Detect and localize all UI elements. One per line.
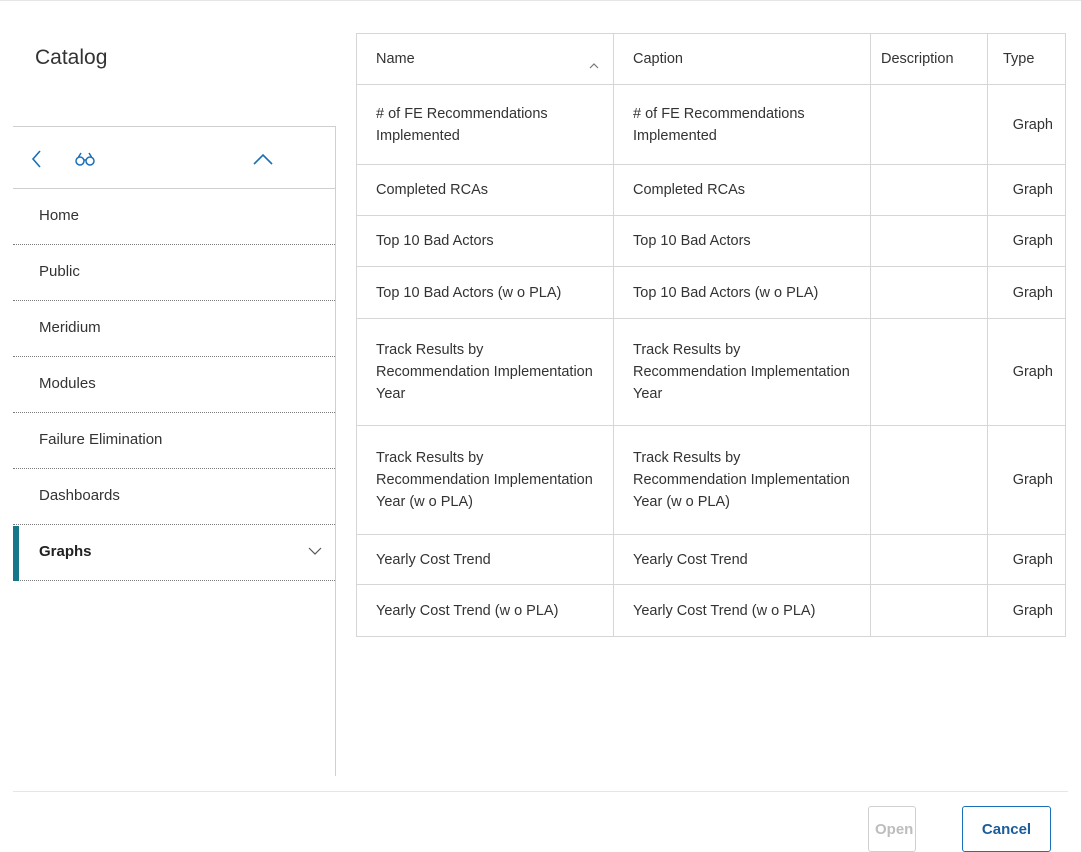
- chevron-up-icon: [253, 153, 273, 165]
- table-header-row: Name Caption Description Type: [356, 33, 1066, 85]
- column-header-label: Description: [881, 51, 954, 67]
- cell-name: Top 10 Bad Actors: [356, 215, 614, 267]
- table-row[interactable]: Top 10 Bad Actors (w o PLA) Top 10 Bad A…: [356, 266, 1066, 319]
- nav-toolbar: [13, 127, 335, 189]
- collapse-button[interactable]: [249, 145, 277, 173]
- nav-item-label: Public: [39, 263, 80, 280]
- back-button[interactable]: [23, 145, 51, 173]
- cell-type: Graph: [987, 215, 1066, 267]
- column-header-name[interactable]: Name: [356, 33, 614, 85]
- nav-item-meridium[interactable]: Meridium: [13, 301, 335, 357]
- cell-name: # of FE Recommendations Implemented: [356, 84, 614, 165]
- cell-type: Graph: [987, 425, 1066, 535]
- cell-description: [870, 584, 988, 637]
- nav-item-modules[interactable]: Modules: [13, 357, 335, 413]
- column-header-label: Name: [376, 51, 415, 67]
- cell-name: Track Results by Recommendation Implemen…: [356, 318, 614, 426]
- cell-description: [870, 534, 988, 585]
- column-header-description[interactable]: Description: [870, 33, 988, 85]
- catalog-navigation: Home Public Meridium Modules Failure Eli…: [13, 126, 335, 581]
- nav-item-public[interactable]: Public: [13, 245, 335, 301]
- cancel-button[interactable]: Cancel: [962, 806, 1051, 852]
- nav-item-label: Modules: [39, 375, 96, 392]
- nav-item-label: Home: [39, 207, 80, 224]
- nav-item-label: Meridium: [39, 319, 101, 336]
- cell-description: [870, 84, 988, 165]
- panel-divider[interactable]: [335, 126, 336, 776]
- find-button[interactable]: [71, 145, 99, 173]
- table-row[interactable]: Yearly Cost Trend Yearly Cost Trend Grap…: [356, 534, 1066, 585]
- top-border: [0, 0, 1081, 1]
- open-button[interactable]: Open: [868, 806, 916, 852]
- table-row[interactable]: Top 10 Bad Actors Top 10 Bad Actors Grap…: [356, 215, 1066, 267]
- cell-name: Track Results by Recommendation Implemen…: [356, 425, 614, 535]
- cell-type: Graph: [987, 84, 1066, 165]
- table-row[interactable]: Yearly Cost Trend (w o PLA) Yearly Cost …: [356, 584, 1066, 637]
- nav-item-failure-elimination[interactable]: Failure Elimination: [13, 413, 335, 469]
- column-header-type[interactable]: Type: [987, 33, 1066, 85]
- column-header-label: Caption: [633, 51, 683, 67]
- cell-caption: # of FE Recommendations Implemented: [613, 84, 871, 165]
- nav-item-label: Graphs: [39, 543, 92, 560]
- cell-caption: Yearly Cost Trend: [613, 534, 871, 585]
- cell-type: Graph: [987, 266, 1066, 319]
- sort-ascending-icon: [589, 54, 599, 76]
- page-title: Catalog: [35, 46, 108, 69]
- cell-description: [870, 164, 988, 216]
- catalog-items-table: Name Caption Description Type # of FE Re…: [356, 33, 1066, 637]
- nav-list: Home Public Meridium Modules Failure Eli…: [13, 189, 335, 581]
- cell-caption: Completed RCAs: [613, 164, 871, 216]
- footer-divider: [13, 791, 1068, 792]
- cell-type: Graph: [987, 534, 1066, 585]
- cell-type: Graph: [987, 584, 1066, 637]
- cell-caption: Top 10 Bad Actors: [613, 215, 871, 267]
- cell-name: Completed RCAs: [356, 164, 614, 216]
- cell-description: [870, 215, 988, 267]
- cell-caption: Top 10 Bad Actors (w o PLA): [613, 266, 871, 319]
- cell-type: Graph: [987, 164, 1066, 216]
- cell-caption: Yearly Cost Trend (w o PLA): [613, 584, 871, 637]
- nav-item-label: Failure Elimination: [39, 431, 163, 448]
- table-row[interactable]: # of FE Recommendations Implemented # of…: [356, 84, 1066, 165]
- cell-type: Graph: [987, 318, 1066, 426]
- column-header-label: Type: [1003, 51, 1035, 67]
- cell-name: Yearly Cost Trend: [356, 534, 614, 585]
- cell-name: Yearly Cost Trend (w o PLA): [356, 584, 614, 637]
- cell-description: [870, 266, 988, 319]
- nav-item-dashboards[interactable]: Dashboards: [13, 469, 335, 525]
- cell-description: [870, 318, 988, 426]
- expand-toggle[interactable]: [307, 543, 323, 561]
- cell-name: Top 10 Bad Actors (w o PLA): [356, 266, 614, 319]
- nav-item-home[interactable]: Home: [13, 189, 335, 245]
- cell-caption: Track Results by Recommendation Implemen…: [613, 318, 871, 426]
- nav-item-label: Dashboards: [39, 487, 120, 504]
- chevron-left-icon: [31, 150, 41, 168]
- chevron-down-icon: [308, 547, 322, 555]
- table-row[interactable]: Completed RCAs Completed RCAs Graph: [356, 164, 1066, 216]
- table-row[interactable]: Track Results by Recommendation Implemen…: [356, 318, 1066, 426]
- table-row[interactable]: Track Results by Recommendation Implemen…: [356, 425, 1066, 535]
- column-header-caption[interactable]: Caption: [613, 33, 871, 85]
- cell-caption: Track Results by Recommendation Implemen…: [613, 425, 871, 535]
- binoculars-icon: [75, 152, 95, 166]
- nav-item-graphs[interactable]: Graphs: [13, 525, 335, 581]
- cell-description: [870, 425, 988, 535]
